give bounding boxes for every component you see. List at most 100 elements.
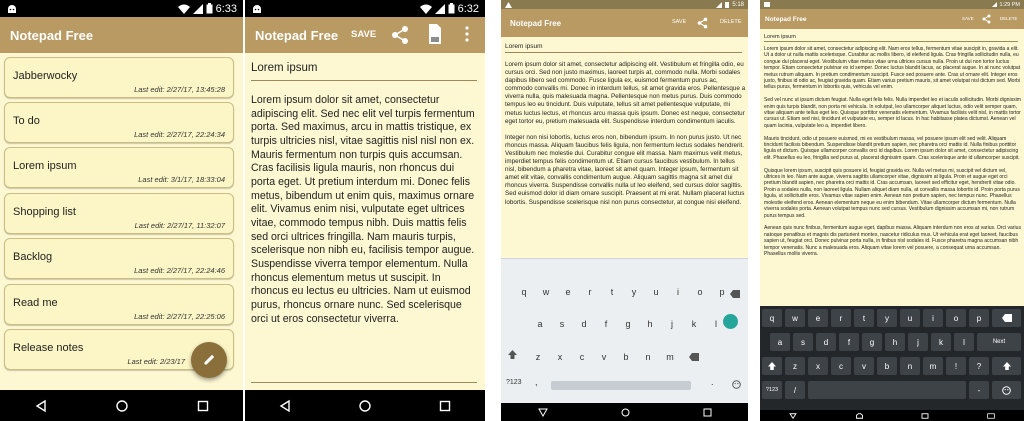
shift-key[interactable]: [992, 357, 1021, 375]
backspace-icon[interactable]: [730, 290, 740, 298]
key[interactable]: a: [529, 319, 551, 329]
key[interactable]: r: [579, 287, 601, 297]
key[interactable]: g: [617, 319, 639, 329]
share-icon[interactable]: [982, 14, 991, 24]
note-card-lorem-ipsum[interactable]: Lorem ipsum Last edit: 3/1/17, 18:33:04: [4, 147, 234, 188]
key[interactable]: r: [831, 309, 851, 327]
back-icon[interactable]: [278, 399, 292, 413]
key[interactable]: x: [549, 352, 571, 362]
save-button[interactable]: SAVE: [351, 29, 376, 40]
key[interactable]: i: [667, 287, 689, 297]
key[interactable]: h: [885, 333, 905, 351]
note-body-field[interactable]: Lorem ipsum dolor sit amet, consectetur …: [251, 94, 481, 326]
delete-button[interactable]: DELETE: [1000, 16, 1018, 21]
key[interactable]: v: [593, 352, 615, 362]
note-title-field[interactable]: Lorem ipsum: [505, 43, 742, 53]
key[interactable]: s: [793, 333, 813, 351]
key[interactable]: k: [931, 333, 951, 351]
home-icon[interactable]: [358, 399, 372, 413]
key[interactable]: f: [839, 333, 859, 351]
period-key[interactable]: .: [711, 377, 714, 387]
key[interactable]: b: [615, 352, 637, 362]
note-card-jabberwocky[interactable]: Jabberwocky Last edit: 2/27/17, 13:45:28: [4, 57, 234, 98]
key[interactable]: e: [808, 309, 828, 327]
emoji-icon[interactable]: [732, 380, 741, 389]
key[interactable]: w: [535, 287, 557, 297]
key[interactable]: c: [831, 357, 851, 375]
key[interactable]: y: [623, 287, 645, 297]
home-icon[interactable]: [855, 412, 864, 419]
backspace-key[interactable]: [992, 309, 1021, 327]
slash-key[interactable]: /: [785, 381, 805, 399]
emoji-key[interactable]: [992, 381, 1021, 399]
key[interactable]: m: [923, 357, 943, 375]
recents-icon[interactable]: [703, 408, 712, 417]
symbols-key[interactable]: ?123: [506, 379, 522, 386]
space-key[interactable]: [551, 381, 691, 390]
key[interactable]: z: [527, 352, 549, 362]
next-key[interactable]: Next: [977, 333, 1021, 351]
key[interactable]: l: [954, 333, 974, 351]
key[interactable]: t: [601, 287, 623, 297]
key[interactable]: f: [595, 319, 617, 329]
note-title-field[interactable]: Lorem ipsum: [251, 62, 477, 81]
key[interactable]: !: [946, 357, 966, 375]
recents-icon[interactable]: [921, 412, 929, 419]
key[interactable]: t: [854, 309, 874, 327]
more-options-icon[interactable]: [465, 26, 469, 42]
key[interactable]: ?: [969, 357, 989, 375]
note-card-read-me[interactable]: Read me Last edit: 2/27/17, 22:25:06: [4, 284, 234, 325]
key[interactable]: o: [689, 287, 711, 297]
note-card-backlog[interactable]: Backlog Last edit: 2/27/17, 22:24:46: [4, 238, 234, 279]
note-card-shopping-list[interactable]: Shopping list Last edit: 2/27/17, 11:32:…: [4, 193, 234, 234]
back-icon[interactable]: [537, 408, 548, 417]
key[interactable]: j: [908, 333, 928, 351]
backspace-icon[interactable]: [689, 353, 699, 361]
note-card-to-do[interactable]: To do Last edit: 2/27/17, 22:24:34: [4, 102, 234, 143]
delete-button[interactable]: DELETE: [720, 19, 741, 25]
recents-icon[interactable]: [196, 399, 210, 413]
back-icon[interactable]: [789, 412, 797, 419]
note-editor[interactable]: Lorem ipsum Lorem ipsum dolor sit amet, …: [245, 53, 485, 390]
key[interactable]: d: [573, 319, 595, 329]
key[interactable]: u: [900, 309, 920, 327]
symbols-key[interactable]: ?123: [762, 381, 782, 399]
enter-key[interactable]: [723, 314, 738, 329]
key[interactable]: q: [513, 287, 535, 297]
share-icon[interactable]: [391, 25, 409, 45]
recents-icon[interactable]: [438, 399, 452, 413]
key[interactable]: h: [639, 319, 661, 329]
key[interactable]: n: [900, 357, 920, 375]
note-editor[interactable]: Lorem ipsum Lorem ipsum dolor sit amet, …: [760, 29, 1024, 306]
key[interactable]: e: [557, 287, 579, 297]
dash-key[interactable]: -: [969, 381, 989, 399]
keyboard-switch-icon[interactable]: [987, 412, 995, 419]
note-title-field[interactable]: Lorem ipsum: [764, 34, 1018, 42]
key[interactable]: y: [877, 309, 897, 327]
key[interactable]: u: [645, 287, 667, 297]
key[interactable]: q: [762, 309, 782, 327]
key[interactable]: o: [946, 309, 966, 327]
back-icon[interactable]: [34, 399, 48, 413]
note-body-field[interactable]: Lorem ipsum dolor sit amet, consectetur …: [505, 61, 746, 207]
document-icon[interactable]: [428, 23, 442, 45]
home-icon[interactable]: [115, 399, 129, 413]
key[interactable]: p: [969, 309, 989, 327]
key[interactable]: n: [637, 352, 659, 362]
key[interactable]: x: [808, 357, 828, 375]
share-icon[interactable]: [697, 17, 708, 29]
key[interactable]: g: [862, 333, 882, 351]
new-note-button[interactable]: [191, 342, 227, 378]
key[interactable]: a: [770, 333, 790, 351]
home-icon[interactable]: [621, 408, 630, 417]
key[interactable]: m: [659, 352, 681, 362]
note-editor[interactable]: Lorem ipsum Lorem ipsum dolor sit amet, …: [501, 37, 748, 258]
key[interactable]: d: [816, 333, 836, 351]
note-body-field[interactable]: Lorem ipsum dolor sit amet, consectetur …: [764, 46, 1021, 264]
key[interactable]: c: [571, 352, 593, 362]
key[interactable]: s: [551, 319, 573, 329]
space-key[interactable]: [808, 381, 966, 399]
key[interactable]: j: [661, 319, 683, 329]
save-button[interactable]: SAVE: [672, 19, 686, 25]
key[interactable]: b: [877, 357, 897, 375]
